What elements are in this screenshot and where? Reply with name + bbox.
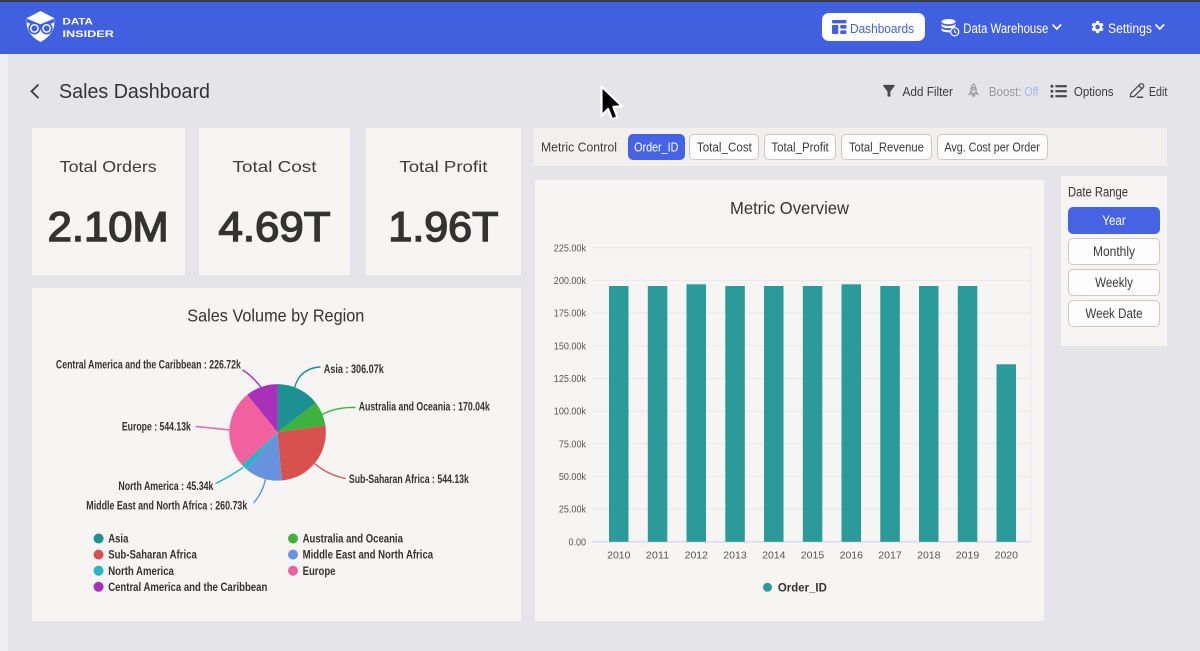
svg-text:125.00k: 125.00k — [554, 373, 587, 385]
svg-text:Year: Year — [1102, 213, 1126, 228]
svg-text:2.10M: 2.10M — [48, 203, 169, 250]
svg-text:Asia: Asia — [108, 533, 129, 546]
svg-text:Sub-Saharan Africa: Sub-Saharan Africa — [108, 549, 197, 562]
svg-text:Monthly: Monthly — [1093, 244, 1135, 259]
svg-text:Asia : 306.07k: Asia : 306.07k — [324, 363, 384, 376]
svg-text:Total Profit: Total Profit — [399, 159, 488, 176]
svg-text:2012: 2012 — [685, 550, 709, 562]
svg-text:Weekly: Weekly — [1095, 275, 1133, 290]
svg-text:DATA: DATA — [63, 16, 93, 27]
svg-text:Middle East and North Africa: Middle East and North Africa — [303, 549, 434, 562]
svg-text:Europe : 544.13k: Europe : 544.13k — [122, 421, 191, 434]
svg-text:100.00k: 100.00k — [554, 406, 587, 418]
svg-text:2017: 2017 — [878, 550, 902, 562]
svg-text:Australia and Oceania: Australia and Oceania — [303, 533, 404, 546]
svg-text:Boost:: Boost: — [989, 84, 1022, 99]
svg-text:Central America and the Caribb: Central America and the Caribbean : 226.… — [56, 359, 241, 372]
svg-text:175.00k: 175.00k — [554, 308, 587, 320]
svg-text:2016: 2016 — [840, 550, 864, 562]
svg-text:Total_Cost: Total_Cost — [697, 139, 752, 154]
svg-text:Week Date: Week Date — [1085, 306, 1142, 321]
svg-text:225.00k: 225.00k — [554, 242, 587, 254]
svg-text:25.00k: 25.00k — [559, 504, 587, 516]
svg-text:2018: 2018 — [917, 550, 941, 562]
svg-text:75.00k: 75.00k — [559, 438, 587, 450]
svg-text:Total Orders: Total Orders — [60, 159, 157, 176]
svg-text:North America : 45.34k: North America : 45.34k — [118, 480, 213, 493]
svg-text:Sub-Saharan Africa : 544.13k: Sub-Saharan Africa : 544.13k — [349, 473, 469, 486]
svg-text:2010: 2010 — [607, 550, 631, 562]
svg-text:Dashboards: Dashboards — [850, 21, 914, 36]
svg-text:2020: 2020 — [995, 550, 1019, 562]
svg-text:50.00k: 50.00k — [559, 471, 587, 483]
svg-text:Sales Volume by Region: Sales Volume by Region — [187, 306, 364, 326]
svg-text:150.00k: 150.00k — [554, 340, 587, 352]
svg-text:North America: North America — [108, 565, 174, 578]
svg-text:Total_Profit: Total_Profit — [771, 139, 829, 154]
svg-text:Off: Off — [1024, 84, 1038, 99]
svg-text:Order_ID: Order_ID — [634, 139, 678, 154]
svg-text:2013: 2013 — [723, 550, 747, 562]
svg-text:Metric Control: Metric Control — [541, 140, 617, 155]
svg-text:Data Warehouse: Data Warehouse — [963, 21, 1048, 36]
svg-text:Metric Overview: Metric Overview — [730, 198, 849, 218]
svg-text:Settings: Settings — [1108, 21, 1152, 36]
svg-text:Central America and the Caribb: Central America and the Caribbean — [108, 581, 267, 594]
svg-text:0.00: 0.00 — [569, 536, 587, 548]
svg-text:Avg. Cost per Order: Avg. Cost per Order — [944, 139, 1040, 154]
svg-text:Sales Dashboard: Sales Dashboard — [59, 80, 210, 103]
svg-text:2011: 2011 — [646, 550, 670, 562]
svg-text:Edit: Edit — [1149, 84, 1168, 99]
svg-text:Total_Revenue: Total_Revenue — [849, 139, 924, 154]
svg-text:Middle East and North Africa :: Middle East and North Africa : 260.73k — [86, 500, 247, 513]
svg-text:Order_ID: Order_ID — [778, 581, 827, 594]
svg-text:Options: Options — [1074, 84, 1114, 99]
svg-text:Add Filter: Add Filter — [903, 84, 954, 99]
svg-text:Australia and Oceania : 170.04: Australia and Oceania : 170.04k — [359, 401, 490, 414]
svg-text:Date Range: Date Range — [1068, 184, 1128, 199]
svg-text:Total Cost: Total Cost — [233, 159, 318, 176]
svg-text:2014: 2014 — [762, 550, 786, 562]
svg-text:Europe: Europe — [303, 565, 336, 578]
svg-text:2019: 2019 — [956, 550, 980, 562]
svg-text:200.00k: 200.00k — [554, 275, 587, 287]
svg-text:4.69T: 4.69T — [219, 203, 331, 250]
svg-text:2015: 2015 — [801, 550, 825, 562]
svg-text:INSIDER: INSIDER — [63, 29, 115, 40]
svg-text:1.96T: 1.96T — [388, 203, 498, 250]
